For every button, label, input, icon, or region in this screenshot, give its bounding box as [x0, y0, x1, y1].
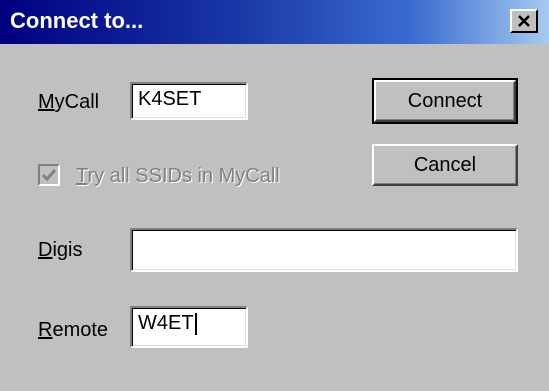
- connect-button[interactable]: Connect: [372, 78, 518, 124]
- connect-dialog: Connect to... MyCall K4SET Try all SSIDs…: [0, 0, 549, 391]
- window-title: Connect to...: [10, 8, 144, 33]
- close-icon: [518, 15, 530, 27]
- checkmark-icon: [41, 169, 57, 182]
- try-ssids-label: Try all SSIDs in MyCall: [76, 165, 280, 187]
- connect-button-label: Connect: [407, 89, 483, 112]
- close-button[interactable]: [510, 9, 538, 33]
- cancel-button-label: Cancel: [413, 153, 477, 176]
- digis-field[interactable]: [130, 228, 518, 272]
- try-ssids-checkbox[interactable]: [38, 164, 60, 186]
- remote-label: Remote: [38, 319, 109, 341]
- title-bar: Connect to...: [0, 0, 549, 44]
- digis-label: Digis: [38, 239, 83, 261]
- mycall-label: MyCall: [38, 91, 100, 113]
- mycall-field[interactable]: K4SET: [130, 82, 248, 120]
- cancel-button[interactable]: Cancel: [372, 144, 518, 186]
- remote-field[interactable]: W4ET: [130, 306, 248, 348]
- text-cursor: [194, 312, 197, 335]
